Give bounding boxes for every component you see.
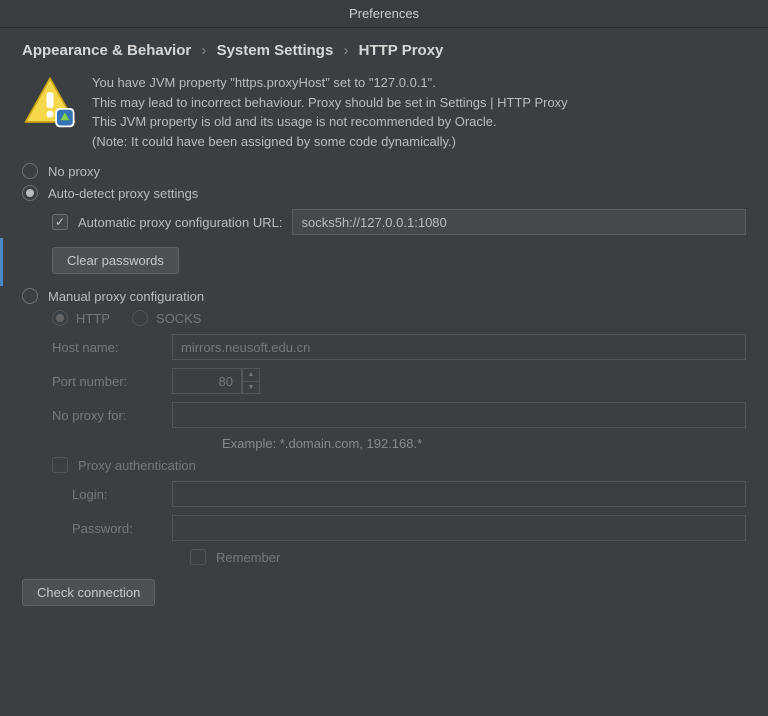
password-input: [172, 515, 746, 541]
http-radio: [52, 310, 68, 326]
port-number-input: [172, 368, 242, 394]
clear-passwords-button[interactable]: Clear passwords: [52, 247, 179, 274]
no-proxy-example-hint: Example: *.domain.com, 192.168.*: [222, 436, 746, 451]
selection-accent: [0, 238, 3, 286]
breadcrumb-part-1[interactable]: Appearance & Behavior: [22, 42, 191, 59]
socks-radio: [132, 310, 148, 326]
login-input: [172, 481, 746, 507]
auto-url-input[interactable]: [292, 209, 746, 235]
warning-line-3: This JVM property is old and its usage i…: [92, 112, 746, 132]
warning-text: You have JVM property "https.proxyHost" …: [92, 73, 746, 151]
breadcrumb-sep-2: ›: [343, 42, 348, 59]
auto-detect-radio[interactable]: [22, 185, 38, 201]
proxy-auth-checkbox: [52, 457, 68, 473]
breadcrumb-sep-1: ›: [201, 42, 206, 59]
host-name-label: Host name:: [52, 340, 162, 355]
remember-label: Remember: [216, 550, 280, 565]
breadcrumb: Appearance & Behavior › System Settings …: [22, 42, 746, 59]
host-name-input: [172, 334, 746, 360]
http-label: HTTP: [76, 311, 110, 326]
port-stepper: ▲ ▼: [242, 368, 260, 394]
chevron-up-icon: ▲: [243, 369, 259, 382]
manual-label[interactable]: Manual proxy configuration: [48, 289, 204, 304]
no-proxy-label[interactable]: No proxy: [48, 164, 100, 179]
auto-detect-label[interactable]: Auto-detect proxy settings: [48, 186, 198, 201]
chevron-down-icon: ▼: [243, 382, 259, 394]
warning-line-4: (Note: It could have been assigned by so…: [92, 132, 746, 152]
warning-icon: [22, 73, 78, 129]
breadcrumb-part-2[interactable]: System Settings: [217, 42, 334, 59]
password-label: Password:: [72, 521, 162, 536]
auto-url-checkbox[interactable]: [52, 214, 68, 230]
warning-line-2: This may lead to incorrect behaviour. Pr…: [92, 93, 746, 113]
warning-line-1: You have JVM property "https.proxyHost" …: [92, 73, 746, 93]
no-proxy-for-input: [172, 402, 746, 428]
check-connection-button[interactable]: Check connection: [22, 579, 155, 606]
window-title: Preferences: [0, 0, 768, 28]
no-proxy-radio[interactable]: [22, 163, 38, 179]
socks-label: SOCKS: [156, 311, 202, 326]
manual-radio[interactable]: [22, 288, 38, 304]
breadcrumb-part-3: HTTP Proxy: [359, 42, 444, 59]
proxy-auth-label: Proxy authentication: [78, 458, 196, 473]
no-proxy-for-label: No proxy for:: [52, 408, 162, 423]
port-number-label: Port number:: [52, 374, 162, 389]
login-label: Login:: [72, 487, 162, 502]
auto-url-label[interactable]: Automatic proxy configuration URL:: [78, 215, 282, 230]
remember-checkbox: [190, 549, 206, 565]
